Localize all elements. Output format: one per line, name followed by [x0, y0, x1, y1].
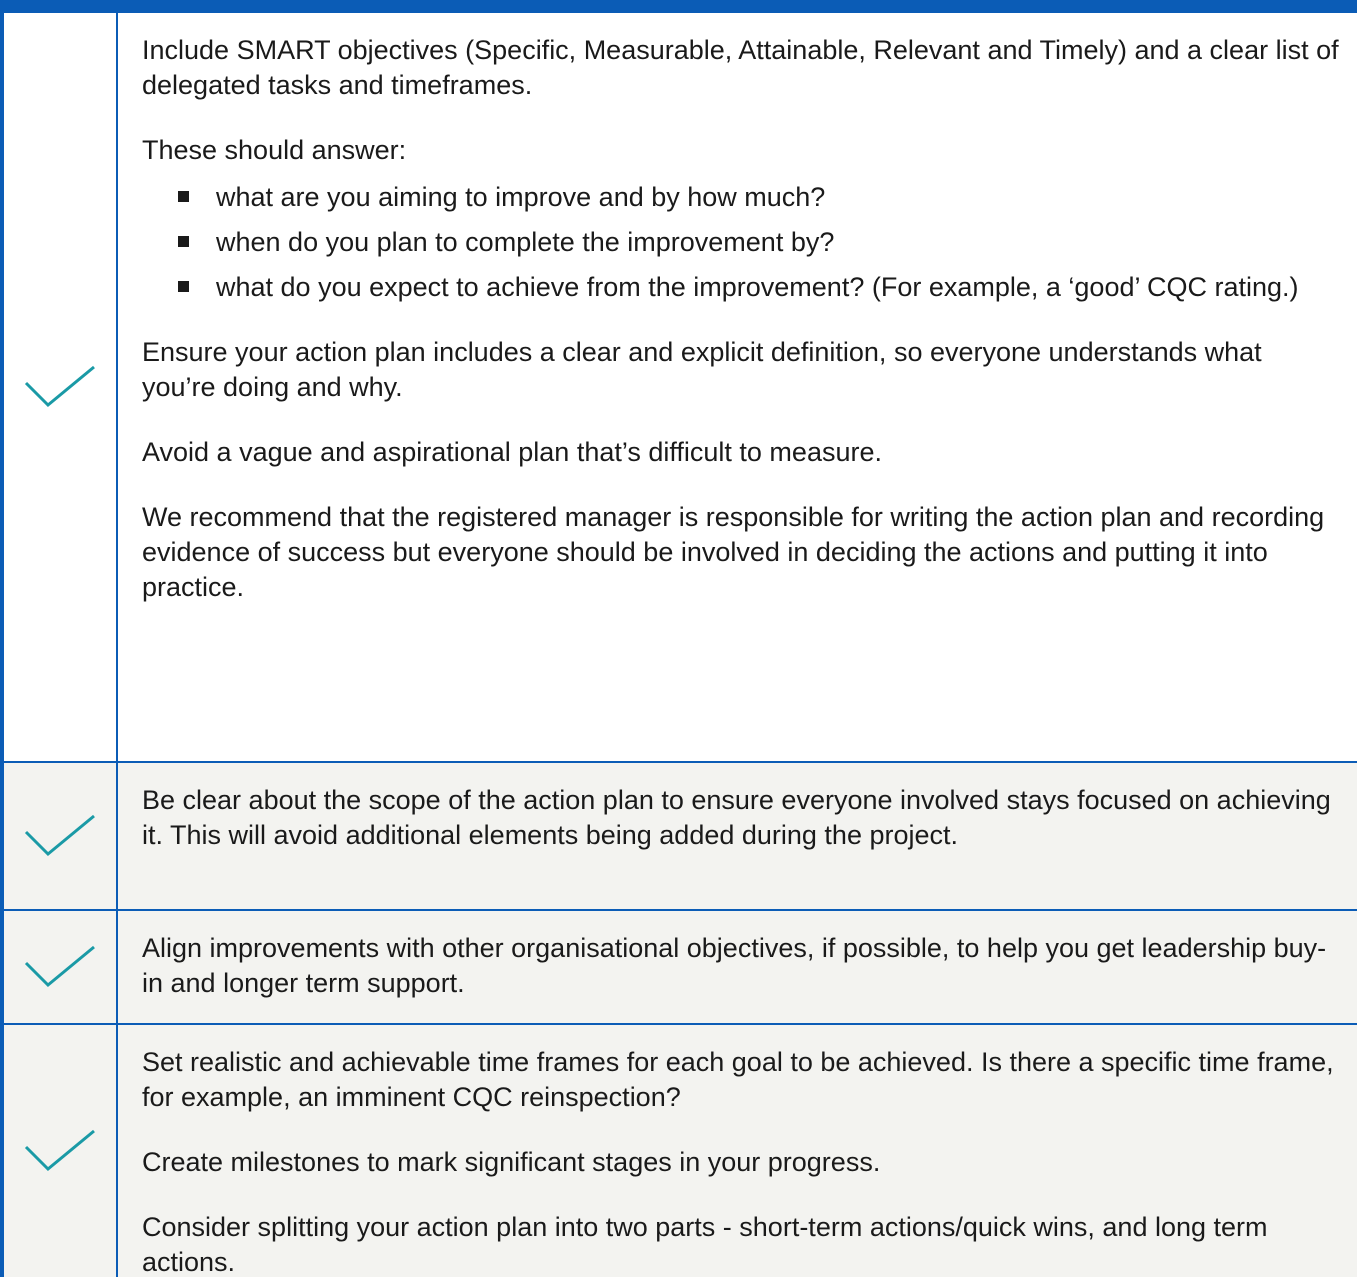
checklist-row: Include SMART objectives (Specific, Meas…	[4, 13, 1357, 763]
row-text: Include SMART objectives (Specific, Meas…	[118, 13, 1357, 761]
icon-cell	[4, 911, 118, 1023]
paragraph: These should answer:	[142, 135, 407, 165]
checklist-table: Include SMART objectives (Specific, Meas…	[4, 13, 1357, 1277]
bullet-item: what do you expect to achieve from the i…	[176, 270, 1339, 305]
top-border	[0, 0, 1357, 13]
checklist-row: Be clear about the scope of the action p…	[4, 763, 1357, 911]
paragraph: Avoid a vague and aspirational plan that…	[142, 437, 882, 467]
bullet-list: what are you aiming to improve and by ho…	[142, 180, 1339, 305]
row-text: Align improvements with other organisati…	[118, 911, 1357, 1023]
checkmark-icon	[24, 814, 95, 857]
bullet-item: when do you plan to complete the improve…	[176, 225, 1339, 260]
bullet-item: what are you aiming to improve and by ho…	[176, 180, 1339, 215]
icon-cell	[4, 13, 118, 761]
icon-cell	[4, 763, 118, 909]
checkmark-icon	[24, 1129, 95, 1172]
icon-cell	[4, 1025, 118, 1277]
paragraph: Consider splitting your action plan into…	[142, 1212, 1268, 1277]
checkmark-icon	[24, 365, 95, 408]
paragraph: Be clear about the scope of the action p…	[142, 785, 1331, 850]
paragraph: Set realistic and achievable time frames…	[142, 1047, 1334, 1112]
paragraph: Ensure your action plan includes a clear…	[142, 337, 1262, 402]
checklist-row: Set realistic and achievable time frames…	[4, 1025, 1357, 1277]
paragraph: Align improvements with other organisati…	[142, 933, 1327, 998]
row-text: Set realistic and achievable time frames…	[118, 1025, 1357, 1277]
paragraph: Create milestones to mark significant st…	[142, 1147, 881, 1177]
row-text: Be clear about the scope of the action p…	[118, 763, 1357, 909]
paragraph: We recommend that the registered manager…	[142, 502, 1325, 602]
checklist-row: Align improvements with other organisati…	[4, 911, 1357, 1025]
paragraph: Include SMART objectives (Specific, Meas…	[142, 35, 1339, 100]
checkmark-icon	[24, 945, 95, 988]
